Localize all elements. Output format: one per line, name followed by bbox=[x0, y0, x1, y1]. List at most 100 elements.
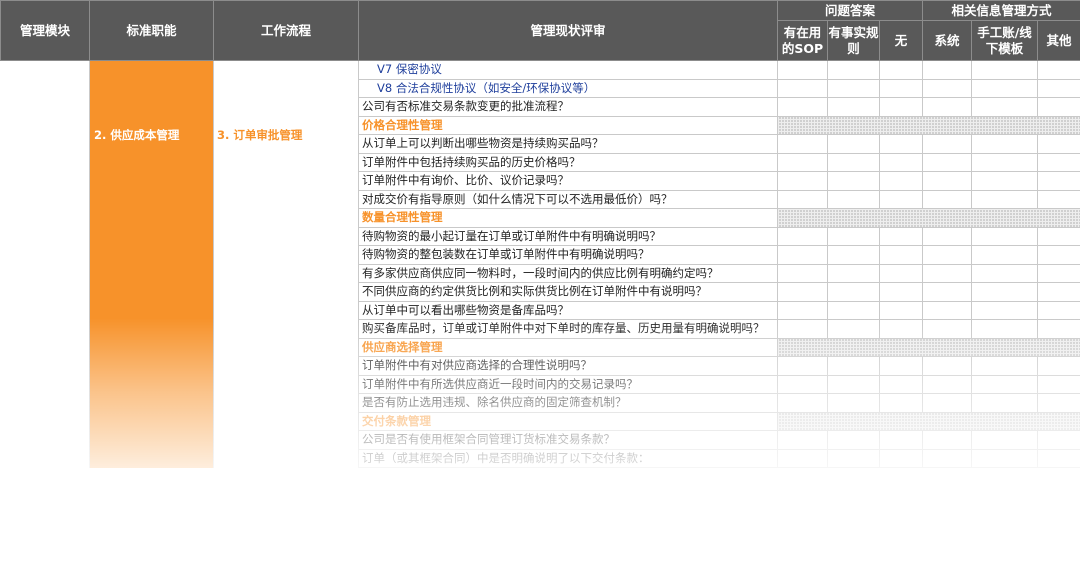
answer-cell[interactable] bbox=[971, 60, 1039, 80]
answer-cell[interactable] bbox=[827, 78, 880, 98]
answer-cell[interactable] bbox=[1037, 448, 1080, 468]
answer-cell[interactable] bbox=[922, 263, 973, 283]
answer-cell[interactable] bbox=[922, 226, 973, 246]
answer-cell[interactable] bbox=[878, 263, 924, 283]
answer-cell[interactable] bbox=[827, 374, 880, 394]
answer-cell[interactable] bbox=[922, 393, 973, 413]
answer-cell[interactable] bbox=[777, 448, 828, 468]
answer-cell[interactable] bbox=[777, 300, 828, 320]
answer-cell[interactable] bbox=[1037, 300, 1080, 320]
answer-cell[interactable] bbox=[777, 152, 828, 172]
answer-cell[interactable] bbox=[777, 282, 828, 302]
answer-cell[interactable] bbox=[878, 356, 924, 376]
answer-cell[interactable] bbox=[1037, 319, 1080, 339]
answer-cell[interactable] bbox=[777, 374, 828, 394]
answer-cell[interactable] bbox=[922, 189, 973, 209]
answer-cell[interactable] bbox=[777, 97, 828, 117]
answer-cell[interactable] bbox=[971, 171, 1039, 191]
answer-cell[interactable] bbox=[1037, 171, 1080, 191]
answer-cell[interactable] bbox=[827, 300, 880, 320]
answer-cell[interactable] bbox=[827, 189, 880, 209]
answer-cell[interactable] bbox=[827, 282, 880, 302]
answer-cell[interactable] bbox=[971, 245, 1039, 265]
answer-cell[interactable] bbox=[777, 430, 828, 450]
answer-cell[interactable] bbox=[777, 226, 828, 246]
answer-cell[interactable] bbox=[827, 263, 880, 283]
answer-cell[interactable] bbox=[971, 393, 1039, 413]
answer-cell[interactable] bbox=[922, 152, 973, 172]
answer-cell[interactable] bbox=[827, 97, 880, 117]
answer-cell[interactable] bbox=[777, 319, 828, 339]
answer-cell[interactable] bbox=[971, 300, 1039, 320]
answer-cell[interactable] bbox=[1037, 430, 1080, 450]
answer-cell[interactable] bbox=[827, 171, 880, 191]
answer-cell[interactable] bbox=[971, 134, 1039, 154]
answer-cell[interactable] bbox=[1037, 226, 1080, 246]
answer-cell[interactable] bbox=[1037, 393, 1080, 413]
answer-cell[interactable] bbox=[922, 245, 973, 265]
answer-cell[interactable] bbox=[922, 171, 973, 191]
answer-cell[interactable] bbox=[777, 60, 828, 80]
answer-cell[interactable] bbox=[777, 245, 828, 265]
answer-cell[interactable] bbox=[971, 152, 1039, 172]
answer-cell[interactable] bbox=[878, 226, 924, 246]
answer-cell[interactable] bbox=[971, 430, 1039, 450]
answer-cell[interactable] bbox=[1037, 356, 1080, 376]
answer-cell[interactable] bbox=[971, 226, 1039, 246]
answer-cell[interactable] bbox=[827, 60, 880, 80]
answer-cell[interactable] bbox=[827, 245, 880, 265]
answer-cell[interactable] bbox=[827, 134, 880, 154]
answer-cell[interactable] bbox=[922, 282, 973, 302]
answer-cell[interactable] bbox=[878, 282, 924, 302]
answer-cell[interactable] bbox=[971, 448, 1039, 468]
answer-cell[interactable] bbox=[878, 393, 924, 413]
answer-cell[interactable] bbox=[971, 356, 1039, 376]
answer-cell[interactable] bbox=[971, 374, 1039, 394]
answer-cell[interactable] bbox=[827, 319, 880, 339]
answer-cell[interactable] bbox=[971, 263, 1039, 283]
answer-cell[interactable] bbox=[878, 171, 924, 191]
answer-cell[interactable] bbox=[1037, 134, 1080, 154]
answer-cell[interactable] bbox=[827, 356, 880, 376]
answer-cell[interactable] bbox=[971, 97, 1039, 117]
answer-cell[interactable] bbox=[827, 226, 880, 246]
answer-cell[interactable] bbox=[922, 134, 973, 154]
answer-cell[interactable] bbox=[878, 152, 924, 172]
answer-cell[interactable] bbox=[1037, 152, 1080, 172]
answer-cell[interactable] bbox=[777, 356, 828, 376]
answer-cell[interactable] bbox=[777, 134, 828, 154]
answer-cell[interactable] bbox=[878, 78, 924, 98]
answer-cell[interactable] bbox=[922, 448, 973, 468]
answer-cell[interactable] bbox=[878, 319, 924, 339]
answer-cell[interactable] bbox=[777, 263, 828, 283]
answer-cell[interactable] bbox=[971, 282, 1039, 302]
answer-cell[interactable] bbox=[1037, 282, 1080, 302]
answer-cell[interactable] bbox=[1037, 78, 1080, 98]
answer-cell[interactable] bbox=[827, 393, 880, 413]
answer-cell[interactable] bbox=[777, 393, 828, 413]
answer-cell[interactable] bbox=[922, 97, 973, 117]
answer-cell[interactable] bbox=[1037, 245, 1080, 265]
answer-cell[interactable] bbox=[1037, 263, 1080, 283]
answer-cell[interactable] bbox=[878, 448, 924, 468]
answer-cell[interactable] bbox=[922, 374, 973, 394]
answer-cell[interactable] bbox=[878, 300, 924, 320]
answer-cell[interactable] bbox=[1037, 60, 1080, 80]
answer-cell[interactable] bbox=[971, 78, 1039, 98]
answer-cell[interactable] bbox=[878, 374, 924, 394]
answer-cell[interactable] bbox=[878, 245, 924, 265]
answer-cell[interactable] bbox=[1037, 374, 1080, 394]
answer-cell[interactable] bbox=[827, 448, 880, 468]
answer-cell[interactable] bbox=[1037, 189, 1080, 209]
answer-cell[interactable] bbox=[878, 134, 924, 154]
answer-cell[interactable] bbox=[922, 78, 973, 98]
answer-cell[interactable] bbox=[922, 319, 973, 339]
answer-cell[interactable] bbox=[777, 78, 828, 98]
answer-cell[interactable] bbox=[827, 152, 880, 172]
answer-cell[interactable] bbox=[777, 171, 828, 191]
answer-cell[interactable] bbox=[971, 189, 1039, 209]
answer-cell[interactable] bbox=[1037, 97, 1080, 117]
answer-cell[interactable] bbox=[878, 60, 924, 80]
answer-cell[interactable] bbox=[922, 300, 973, 320]
answer-cell[interactable] bbox=[777, 189, 828, 209]
